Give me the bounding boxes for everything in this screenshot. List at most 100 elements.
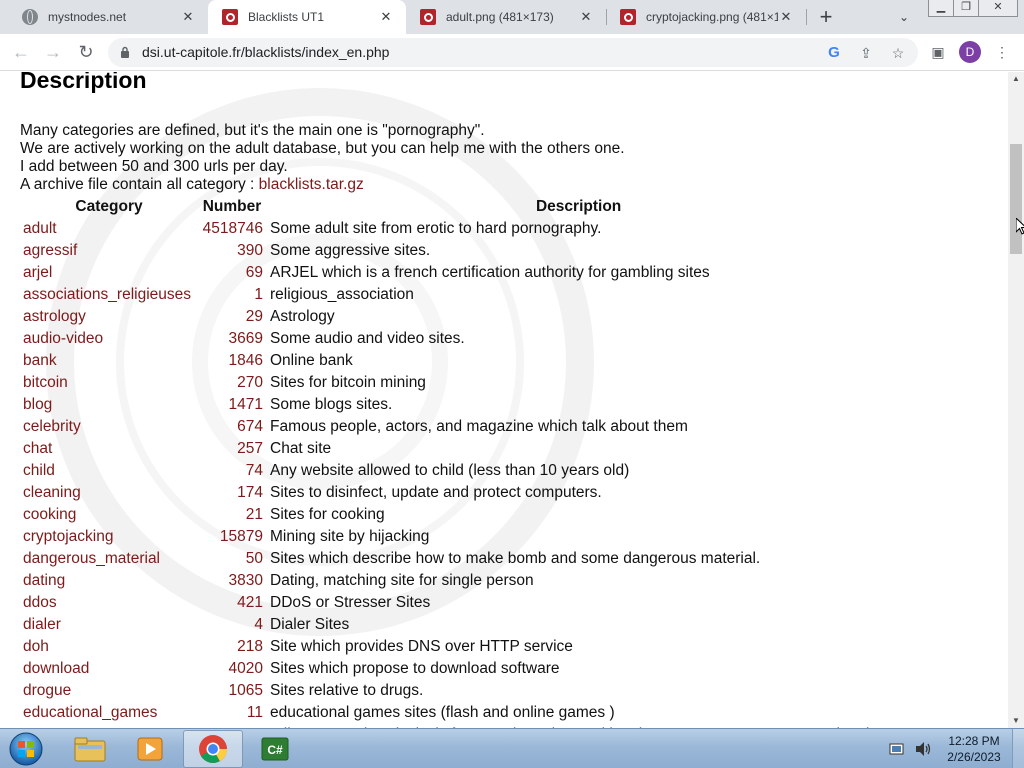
table-row: associations_religieuses 1 religious_assoc… [20, 284, 891, 306]
category-link[interactable]: ddos [23, 594, 57, 611]
category-description: Mining site by hijacking [270, 528, 430, 545]
restore-button[interactable]: ❐ [953, 0, 979, 17]
category-link[interactable]: bank [23, 352, 57, 369]
table-cell-category: cleaning [20, 482, 198, 504]
url-text[interactable]: dsi.ut-capitole.fr/blacklists/index_en.p… [142, 38, 389, 67]
volume-speaker-icon[interactable] [914, 741, 932, 757]
forward-arrow-icon[interactable]: → [39, 38, 67, 66]
category-link[interactable]: child [23, 462, 55, 479]
category-description: Some blogs sites. [270, 396, 393, 413]
table-row: cleaning 174 Sites to disinfect, update an… [20, 482, 891, 504]
table-cell-category: agressif [20, 240, 198, 262]
category-link[interactable]: astrology [23, 308, 86, 325]
table-cell-category: child [20, 460, 198, 482]
category-link[interactable]: cleaning [23, 484, 81, 501]
lock-icon[interactable] [120, 46, 130, 58]
category-link[interactable]: doh [23, 638, 49, 655]
svg-text:C#: C# [267, 743, 283, 757]
table-row: doh 218 Site which provides DNS over HTTP … [20, 636, 891, 658]
taskbar-csharp-editor[interactable]: C# [245, 730, 305, 768]
category-link[interactable]: chat [23, 440, 52, 457]
category-link[interactable]: associations_religieuses [23, 286, 191, 303]
tab-search-chevron-icon[interactable]: ⌄ [892, 5, 916, 29]
category-link[interactable]: dating [23, 572, 65, 589]
entry-count: 15879 [219, 528, 263, 545]
reload-icon[interactable]: ↻ [72, 38, 100, 66]
table-cell-category: bank [20, 350, 198, 372]
close-tab-icon[interactable]: ✕ [578, 9, 594, 25]
table-cell-category: dangerous_material [20, 548, 198, 570]
taskbar-chrome[interactable] [183, 730, 243, 768]
archive-text: A archive file contain all category : [20, 176, 259, 193]
category-link[interactable]: agressif [23, 242, 77, 259]
tab-strip: mystnodes.net ✕ Blacklists UT1 ✕ adult.p… [0, 0, 1024, 34]
entry-count: 390 [237, 242, 263, 259]
tab-blacklists[interactable]: Blacklists UT1 ✕ [208, 0, 406, 34]
table-row: audio-video 3669 Some audio and video site… [20, 328, 891, 350]
table-row: dangerous_material 50 Sites which describe… [20, 548, 891, 570]
column-header-category: Category [75, 198, 143, 215]
category-link[interactable]: bitcoin [23, 374, 68, 391]
share-icon[interactable]: ⇪ [856, 43, 876, 63]
intro-line: I add between 50 and 300 urls per day. [20, 158, 288, 175]
category-link[interactable]: cryptojacking [23, 528, 113, 545]
tab-cryptojacking-png[interactable]: cryptojacking.png (481×1 ✕ [606, 0, 806, 34]
scroll-up-arrow-icon[interactable]: ▲ [1008, 72, 1024, 86]
taskbar-media-player[interactable] [120, 730, 180, 768]
category-link[interactable]: celebrity [23, 418, 81, 435]
new-tab-button[interactable]: + [812, 3, 840, 31]
category-link[interactable]: cooking [23, 506, 76, 523]
archive-download-link[interactable]: blacklists.tar.gz [259, 176, 364, 193]
table-cell-category: celebrity [20, 416, 198, 438]
system-clock[interactable]: 12:28 PM 2/26/2023 [944, 733, 1004, 765]
tab-mystnodes[interactable]: mystnodes.net ✕ [8, 0, 208, 34]
table-cell-category: drogue [20, 680, 198, 702]
show-desktop-button[interactable] [1012, 729, 1024, 768]
more-menu-icon[interactable]: ⋮ [992, 42, 1012, 62]
category-link[interactable]: educational_games [23, 704, 157, 721]
table-cell-category: bitcoin [20, 372, 198, 394]
close-window-button[interactable]: ✕ [978, 0, 1018, 17]
scroll-down-arrow-icon[interactable]: ▼ [1008, 714, 1024, 728]
table-row: chat 257 Chat site [20, 438, 891, 460]
close-tab-icon[interactable]: ✕ [180, 9, 196, 25]
chrome-icon [199, 735, 227, 763]
tab-adult-png[interactable]: adult.png (481×173) ✕ [406, 0, 606, 34]
table-row: dating 3830 Dating, matching site for sing… [20, 570, 891, 592]
scrollbar-thumb[interactable] [1010, 144, 1022, 254]
table-row: drogue 1065 Sites relative to drugs. [20, 680, 891, 702]
category-description: Dialer Sites [270, 616, 350, 633]
category-description: Some audio and video sites. [270, 330, 465, 347]
category-link[interactable]: dialer [23, 616, 61, 633]
windows-start-orb-icon[interactable] [4, 730, 48, 768]
table-cell-category: arjel [20, 262, 198, 284]
tab-separator [806, 9, 807, 25]
entry-count: 174 [237, 484, 263, 501]
entry-count: 674 [237, 418, 263, 435]
category-link[interactable]: download [23, 660, 89, 677]
side-panel-icon[interactable]: ▣ [928, 42, 948, 62]
ut1-favicon-icon [620, 9, 636, 25]
category-link[interactable]: drogue [23, 682, 71, 699]
vertical-scrollbar[interactable]: ▲ ▼ [1008, 72, 1024, 728]
action-center-flag-icon[interactable] [888, 741, 906, 757]
minimize-button[interactable]: ▁ [928, 0, 954, 17]
close-tab-icon[interactable]: ✕ [378, 9, 394, 25]
google-translate-icon[interactable]: G [824, 43, 844, 63]
table-cell-category: download [20, 658, 198, 680]
category-link[interactable]: arjel [23, 264, 52, 281]
taskbar-explorer[interactable] [60, 730, 120, 768]
category-link[interactable]: dangerous_material [23, 550, 160, 567]
profile-avatar[interactable]: D [959, 41, 981, 63]
category-link[interactable]: adult [23, 220, 57, 237]
category-link[interactable]: blog [23, 396, 52, 413]
category-description: Some aggressive sites. [270, 242, 431, 259]
bookmark-star-icon[interactable]: ☆ [888, 43, 908, 63]
back-arrow-icon[interactable]: ← [7, 38, 35, 66]
page-heading: Description [20, 72, 147, 93]
address-bar[interactable]: dsi.ut-capitole.fr/blacklists/index_en.p… [108, 38, 918, 67]
tab-title: adult.png (481×173) [446, 10, 554, 24]
category-link[interactable]: audio-video [23, 330, 103, 347]
table-cell-category: audio-video [20, 328, 198, 350]
close-tab-icon[interactable]: ✕ [778, 9, 794, 25]
